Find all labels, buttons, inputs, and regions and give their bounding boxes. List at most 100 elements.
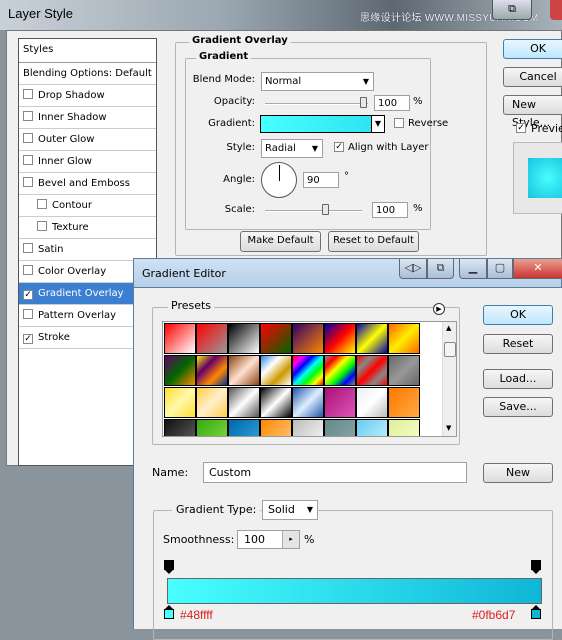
make-default-button[interactable]: Make Default (240, 231, 321, 252)
preset-swatch[interactable] (260, 323, 292, 354)
scale-slider[interactable] (265, 210, 362, 212)
ge-save-button[interactable]: Save... (483, 397, 553, 417)
style-item[interactable]: Drop Shadow (19, 85, 156, 107)
preset-swatch[interactable] (292, 323, 324, 354)
style-checkbox[interactable]: ✓ (23, 334, 33, 344)
preset-swatch[interactable] (228, 419, 260, 436)
preset-swatch[interactable] (196, 355, 228, 386)
style-checkbox[interactable] (37, 221, 47, 231)
scrollbar-thumb[interactable] (444, 342, 456, 357)
style-checkbox[interactable] (23, 89, 33, 99)
scroll-up-icon[interactable]: ▲ (446, 324, 451, 332)
smoothness-input[interactable]: 100 ▸ (237, 530, 300, 549)
styles-header[interactable]: Styles (19, 39, 156, 63)
preset-swatch[interactable] (388, 419, 420, 436)
angle-dial[interactable] (261, 162, 297, 198)
preset-swatch[interactable] (164, 323, 196, 354)
style-item[interactable]: Inner Shadow (19, 107, 156, 129)
preset-swatch[interactable] (356, 419, 388, 436)
scale-slider-thumb[interactable] (322, 204, 329, 215)
gradient-type-select[interactable]: Solid ▼ (262, 500, 318, 520)
preset-swatch[interactable] (324, 355, 356, 386)
name-input[interactable]: Custom (203, 462, 467, 483)
preset-swatch[interactable] (260, 387, 292, 418)
style-select[interactable]: Radial ▼ (261, 139, 323, 158)
opacity-stop-right[interactable] (530, 560, 542, 574)
preset-swatch[interactable] (356, 355, 388, 386)
restore-icon[interactable]: ⧉ (492, 0, 532, 20)
style-checkbox[interactable]: ✓ (23, 290, 33, 300)
cancel-button[interactable]: Cancel (503, 67, 562, 87)
style-item[interactable]: Blending Options: Default (19, 63, 156, 85)
preset-swatch[interactable] (292, 355, 324, 386)
preset-swatch[interactable] (260, 419, 292, 436)
preset-swatch[interactable] (228, 387, 260, 418)
ok-button[interactable]: OK (503, 39, 562, 59)
style-item[interactable]: Texture (19, 217, 156, 239)
opacity-slider-thumb[interactable] (360, 97, 367, 108)
opacity-stop-left[interactable] (163, 560, 175, 574)
close-button[interactable] (550, 0, 562, 20)
preset-swatch[interactable] (388, 323, 420, 354)
blend-mode-select[interactable]: Normal ▼ (261, 72, 374, 91)
chevron-down-icon: ▼ (362, 77, 369, 86)
gradient-picker[interactable]: ▼ (260, 115, 385, 133)
preset-swatch[interactable] (292, 419, 324, 436)
preset-swatch[interactable] (260, 355, 292, 386)
preset-swatch[interactable] (356, 323, 388, 354)
ge-ok-button[interactable]: OK (483, 305, 553, 325)
scale-input[interactable]: 100 (372, 202, 408, 218)
preset-swatch[interactable] (196, 419, 228, 436)
preset-swatch[interactable] (228, 323, 260, 354)
preset-swatch[interactable] (164, 387, 196, 418)
style-checkbox[interactable] (37, 199, 47, 209)
style-checkbox[interactable] (23, 177, 33, 187)
preset-swatch[interactable] (388, 387, 420, 418)
style-item[interactable]: Inner Glow (19, 151, 156, 173)
preset-swatch[interactable] (196, 323, 228, 354)
style-item[interactable]: Bevel and Emboss (19, 173, 156, 195)
dock-icon[interactable]: ⧉ (427, 259, 454, 279)
arrows-icon[interactable]: ◁▷ (399, 259, 427, 279)
ge-load-button[interactable]: Load... (483, 369, 553, 389)
opacity-slider[interactable] (265, 103, 368, 105)
preset-swatch[interactable] (292, 387, 324, 418)
opacity-input[interactable]: 100 (374, 95, 410, 111)
style-checkbox[interactable] (23, 111, 33, 121)
presets-scrollbar[interactable]: ▲ ▼ (442, 322, 456, 436)
reverse-checkbox[interactable] (394, 118, 404, 128)
scroll-down-icon[interactable]: ▼ (446, 424, 451, 432)
style-checkbox[interactable] (23, 265, 33, 275)
preset-swatch[interactable] (356, 387, 388, 418)
style-item[interactable]: Contour (19, 195, 156, 217)
angle-input[interactable]: 90 (303, 172, 339, 188)
reset-to-default-button[interactable]: Reset to Default (328, 231, 419, 252)
style-checkbox[interactable] (23, 243, 33, 253)
preset-swatch[interactable] (196, 387, 228, 418)
style-checkbox[interactable] (23, 133, 33, 143)
presets-menu-icon[interactable]: ▶ (433, 303, 445, 315)
stepper-arrow-icon[interactable]: ▸ (282, 531, 299, 548)
style-item[interactable]: Outer Glow (19, 129, 156, 151)
preset-swatch[interactable] (324, 323, 356, 354)
style-checkbox[interactable] (23, 155, 33, 165)
preset-swatch[interactable] (324, 387, 356, 418)
preset-swatch[interactable] (164, 419, 196, 436)
chevron-down-icon[interactable]: ▼ (371, 116, 384, 132)
color-stop-right[interactable] (530, 605, 542, 619)
maximize-button[interactable]: ▢ (487, 259, 513, 279)
preset-swatch[interactable] (228, 355, 260, 386)
new-style-button[interactable]: New Style... (503, 95, 562, 129)
align-with-layer-checkbox[interactable]: ✓ (334, 142, 344, 152)
minimize-button[interactable]: ▁ (459, 259, 487, 279)
style-checkbox[interactable] (23, 309, 33, 319)
ge-reset-button[interactable]: Reset (483, 334, 553, 354)
preset-swatch[interactable] (164, 355, 196, 386)
color-stop-left[interactable] (163, 605, 175, 619)
gradient-preview-bar[interactable] (167, 578, 542, 604)
close-button[interactable]: ✕ (513, 259, 562, 279)
preset-swatch[interactable] (324, 419, 356, 436)
new-gradient-button[interactable]: New (483, 463, 553, 483)
preset-swatch[interactable] (388, 355, 420, 386)
preview-checkbox[interactable]: ✓ (516, 123, 526, 133)
